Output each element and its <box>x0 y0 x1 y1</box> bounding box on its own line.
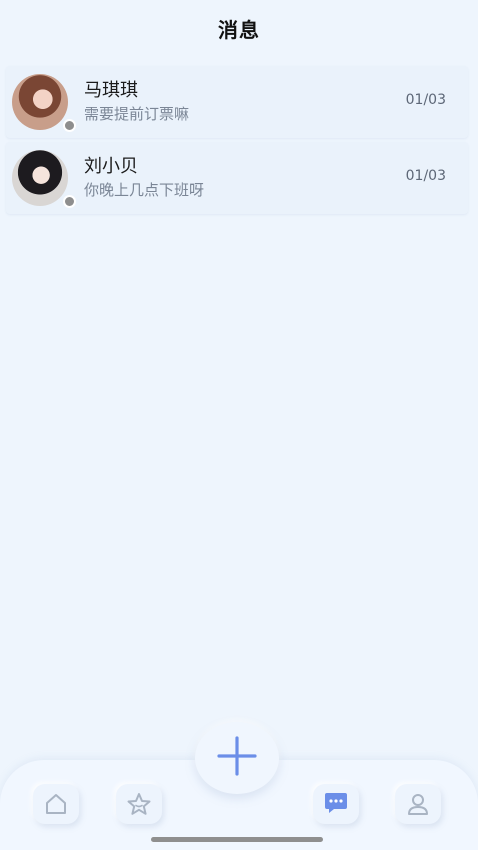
message-time: 01/03 <box>405 168 446 184</box>
avatar[interactable] <box>12 150 68 206</box>
message-icon <box>322 791 350 817</box>
conversation-list: 马琪琪 需要提前订票嘛 01/03 刘小贝 你晚上几点下班呀 01/03 <box>6 66 468 218</box>
home-indicator <box>151 837 323 842</box>
avatar-container[interactable] <box>12 150 76 208</box>
plus-icon <box>215 734 259 782</box>
star-icon <box>126 791 152 817</box>
home-icon <box>43 791 69 817</box>
add-button[interactable] <box>195 722 279 794</box>
app-header: 消息 <box>0 0 478 56</box>
nav-profile-button[interactable] <box>395 784 441 824</box>
conversation-item[interactable]: 刘小贝 你晚上几点下班呀 01/03 <box>6 142 468 214</box>
page-title: 消息 <box>218 17 260 42</box>
nav-favorites-button[interactable] <box>116 784 162 824</box>
message-time: 01/03 <box>405 92 446 108</box>
status-dot <box>63 119 76 132</box>
user-icon <box>405 791 431 817</box>
avatar[interactable] <box>12 74 68 130</box>
nav-messages-button[interactable] <box>313 784 359 824</box>
avatar-container[interactable] <box>12 74 76 132</box>
status-dot <box>63 195 76 208</box>
conversation-item[interactable]: 马琪琪 需要提前订票嘛 01/03 <box>6 66 468 138</box>
nav-home-button[interactable] <box>33 784 79 824</box>
